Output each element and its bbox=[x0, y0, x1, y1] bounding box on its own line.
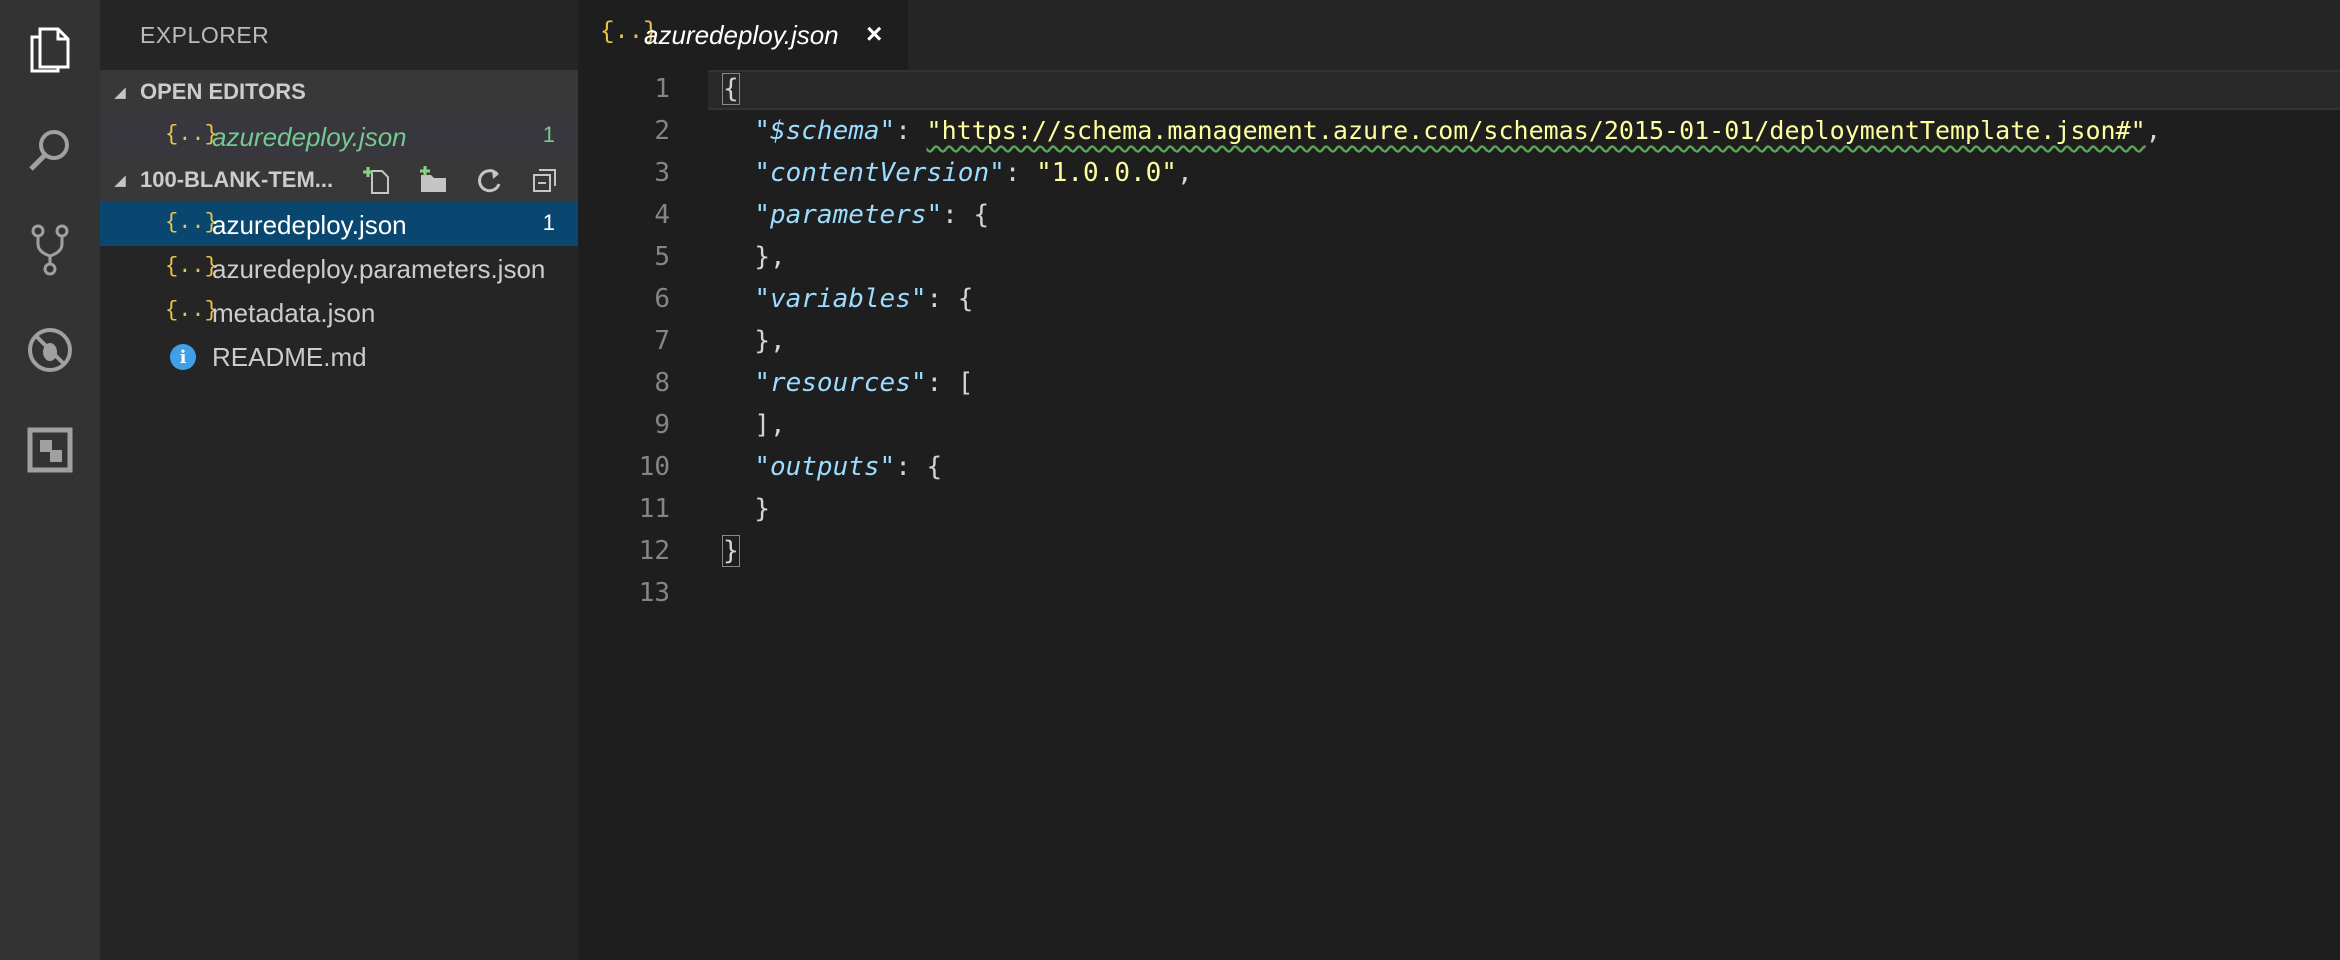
debug-icon[interactable] bbox=[0, 300, 100, 400]
collapse-arrow-icon: ◢ bbox=[114, 172, 126, 189]
json-key: "parameters" bbox=[754, 200, 943, 230]
code-line: } bbox=[722, 535, 740, 567]
file-name: metadata.json bbox=[212, 298, 376, 328]
code-line: "outputs": { bbox=[723, 452, 942, 482]
source-control-icon[interactable] bbox=[0, 200, 100, 300]
line-number: 5 bbox=[654, 242, 670, 272]
code-line: }, bbox=[723, 326, 786, 356]
line-number: 1 bbox=[654, 74, 670, 104]
line-number: 9 bbox=[654, 410, 670, 440]
code-line: } bbox=[723, 494, 770, 524]
json-file-icon: {..} bbox=[165, 122, 218, 147]
code-line: "parameters": { bbox=[723, 200, 989, 230]
tab-label: azuredeploy.json bbox=[644, 20, 839, 50]
json-key: "resources" bbox=[754, 368, 927, 398]
line-number: 4 bbox=[654, 200, 670, 230]
json-punctuation: }, bbox=[754, 326, 786, 356]
json-file-icon: {..} bbox=[165, 254, 218, 279]
explorer-sidebar: EXPLORER ◢ OPEN EDITORS {..} azuredeploy… bbox=[100, 0, 578, 960]
json-file-icon: {..} bbox=[165, 298, 218, 323]
open-editors-label: OPEN EDITORS bbox=[140, 79, 306, 104]
open-editors-header[interactable]: ◢ OPEN EDITORS bbox=[100, 70, 578, 114]
code-line: "$schema": "https://schema.management.az… bbox=[723, 116, 2161, 146]
search-icon[interactable] bbox=[0, 100, 100, 200]
json-separator: : bbox=[895, 116, 927, 146]
json-punctuation: }, bbox=[754, 242, 786, 272]
json-separator: : bbox=[1004, 158, 1037, 188]
json-punctuation: : [ bbox=[926, 368, 974, 398]
open-editor-filename: azuredeploy.json bbox=[212, 122, 407, 152]
code-line: ], bbox=[723, 410, 786, 440]
code-line: "contentVersion": "1.0.0.0", bbox=[723, 158, 1193, 188]
tab-azuredeploy[interactable]: {..} azuredeploy.json × bbox=[578, 0, 908, 70]
code-line: "resources": [ bbox=[723, 368, 973, 398]
open-editor-item[interactable]: {..} azuredeploy.json 1 bbox=[100, 114, 578, 158]
json-file-icon: {..} bbox=[165, 210, 218, 235]
file-name: azuredeploy.parameters.json bbox=[212, 254, 546, 284]
json-comma: , bbox=[2145, 116, 2162, 146]
file-item[interactable]: i README.md bbox=[100, 334, 578, 378]
file-name: azuredeploy.json bbox=[212, 210, 407, 240]
sidebar-title: EXPLORER bbox=[140, 22, 270, 48]
json-key: "variables" bbox=[754, 284, 927, 314]
code-line: }, bbox=[723, 242, 786, 272]
file-item-selected[interactable]: {..} azuredeploy.json 1 bbox=[100, 202, 578, 246]
code-editor[interactable]: 1 2 3 4 5 6 7 8 9 10 11 12 13 { "$schema… bbox=[578, 70, 2340, 960]
problem-count-badge: 1 bbox=[542, 122, 555, 147]
json-punctuation: : { bbox=[926, 284, 974, 314]
files-icon[interactable] bbox=[0, 0, 100, 100]
info-icon: i bbox=[170, 344, 196, 370]
json-punctuation: ], bbox=[754, 410, 786, 440]
folder-label: 100-BLANK-TEM... bbox=[140, 167, 334, 192]
refresh-icon[interactable] bbox=[468, 158, 510, 202]
json-punctuation: : { bbox=[942, 200, 990, 230]
collapse-arrow-icon: ◢ bbox=[114, 84, 126, 101]
close-icon[interactable]: × bbox=[866, 18, 882, 50]
close-brace: } bbox=[722, 535, 740, 567]
activity-bar bbox=[0, 0, 100, 960]
code-line: { bbox=[722, 73, 740, 105]
json-comma: , bbox=[1176, 158, 1193, 188]
line-number: 7 bbox=[654, 326, 670, 356]
open-brace: { bbox=[722, 73, 740, 105]
json-punctuation: } bbox=[754, 494, 770, 524]
line-number: 13 bbox=[638, 578, 670, 608]
line-number: 6 bbox=[654, 284, 670, 314]
new-file-icon[interactable] bbox=[356, 158, 398, 202]
file-item[interactable]: {..} metadata.json bbox=[100, 290, 578, 334]
tab-bar: {..} azuredeploy.json × bbox=[578, 0, 2340, 70]
line-number: 3 bbox=[654, 158, 670, 188]
line-number: 11 bbox=[638, 494, 670, 524]
folder-header[interactable]: ◢ 100-BLANK-TEM... bbox=[100, 158, 578, 202]
json-string-value: "https://schema.management.azure.com/sch… bbox=[926, 116, 2146, 145]
json-key: "outputs" bbox=[754, 452, 896, 482]
problem-count-badge: 1 bbox=[542, 210, 555, 235]
extensions-icon[interactable] bbox=[0, 400, 100, 500]
file-item[interactable]: {..} azuredeploy.parameters.json bbox=[100, 246, 578, 290]
file-name: README.md bbox=[212, 342, 367, 372]
line-number: 8 bbox=[654, 368, 670, 398]
json-key: "contentVersion" bbox=[754, 158, 1005, 188]
json-punctuation: : { bbox=[895, 452, 943, 482]
folder-actions bbox=[356, 158, 566, 202]
json-key: "$schema" bbox=[754, 116, 896, 146]
json-string-value: "1.0.0.0" bbox=[1036, 158, 1177, 188]
current-line-highlight bbox=[708, 70, 2340, 110]
new-folder-icon[interactable] bbox=[412, 158, 454, 202]
line-number: 12 bbox=[638, 536, 670, 566]
code-line: "variables": { bbox=[723, 284, 973, 314]
line-number: 10 bbox=[638, 452, 670, 482]
line-number: 2 bbox=[654, 116, 670, 146]
collapse-all-icon[interactable] bbox=[524, 158, 566, 202]
